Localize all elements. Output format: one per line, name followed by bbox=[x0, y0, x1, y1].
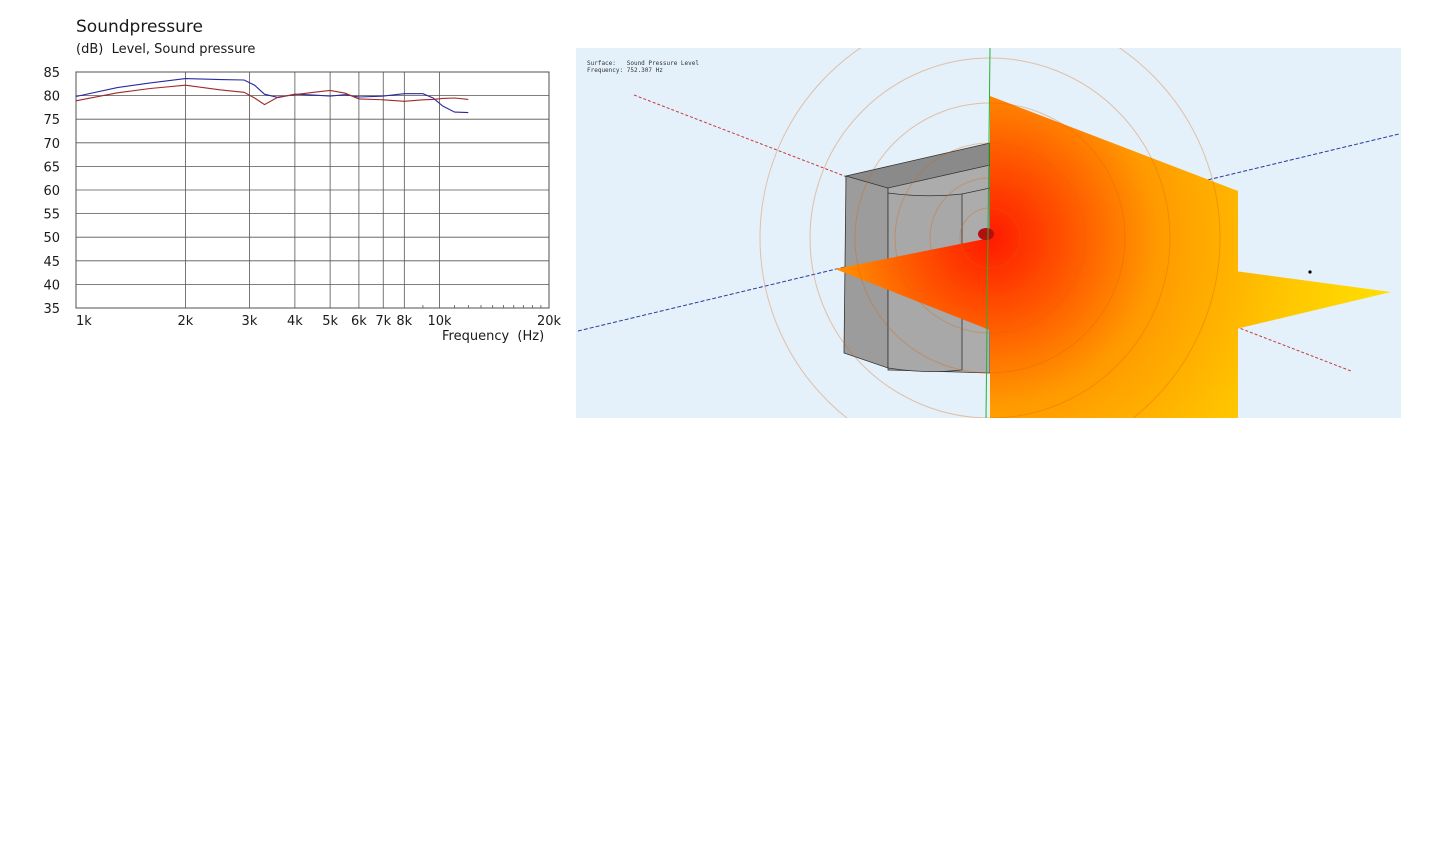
y-tick-label: 65 bbox=[43, 160, 60, 175]
y-tick-label: 40 bbox=[43, 278, 60, 293]
x-tick-label: 7k bbox=[375, 314, 391, 329]
x-tick-label: 6k bbox=[351, 314, 367, 329]
x-tick-label: 4k bbox=[287, 314, 303, 329]
x-tick-label: 10k bbox=[428, 314, 453, 329]
y-tick-label: 50 bbox=[43, 231, 60, 246]
x-tick-label: 1k bbox=[76, 314, 92, 329]
y-tick-label: 80 bbox=[43, 90, 60, 105]
x-tick-label: 8k bbox=[396, 314, 412, 329]
series-line-2 bbox=[75, 84, 469, 106]
y-tick-label: 60 bbox=[43, 184, 60, 199]
x-tick-label: 5k bbox=[322, 314, 338, 329]
y-tick-label: 85 bbox=[43, 66, 60, 81]
frequency-response-chart: 85 80 75 70 65 60 55 50 45 40 35 1k 2k 3k 4k 5k 6k 7k 8k 1… bbox=[43, 66, 562, 329]
driver-source bbox=[978, 228, 994, 240]
y-tick-label: 45 bbox=[43, 255, 60, 270]
y-tick-label: 55 bbox=[43, 208, 60, 223]
y-tick-label: 75 bbox=[43, 113, 60, 128]
simulation-frequency-label: Frequency: 752.307 Hz bbox=[587, 67, 663, 74]
sound-field-3d-plot bbox=[577, 48, 1400, 418]
x-tick-label: 3k bbox=[242, 314, 258, 329]
simulation-surface-label: Surface: Sound Pressure Level bbox=[587, 60, 699, 67]
x-axis-label: Frequency (Hz) bbox=[442, 329, 545, 344]
probe-point bbox=[1308, 270, 1312, 274]
simulation-info: Surface: Sound Pressure Level Frequency:… bbox=[587, 60, 699, 74]
simulation-view[interactable]: Surface: Sound Pressure Level Frequency:… bbox=[576, 48, 1401, 418]
x-tick-label: 2k bbox=[178, 314, 194, 329]
x-tick-label: 20k bbox=[537, 314, 562, 329]
y-tick-label: 70 bbox=[43, 137, 60, 152]
y-tick-label: 35 bbox=[43, 302, 60, 317]
